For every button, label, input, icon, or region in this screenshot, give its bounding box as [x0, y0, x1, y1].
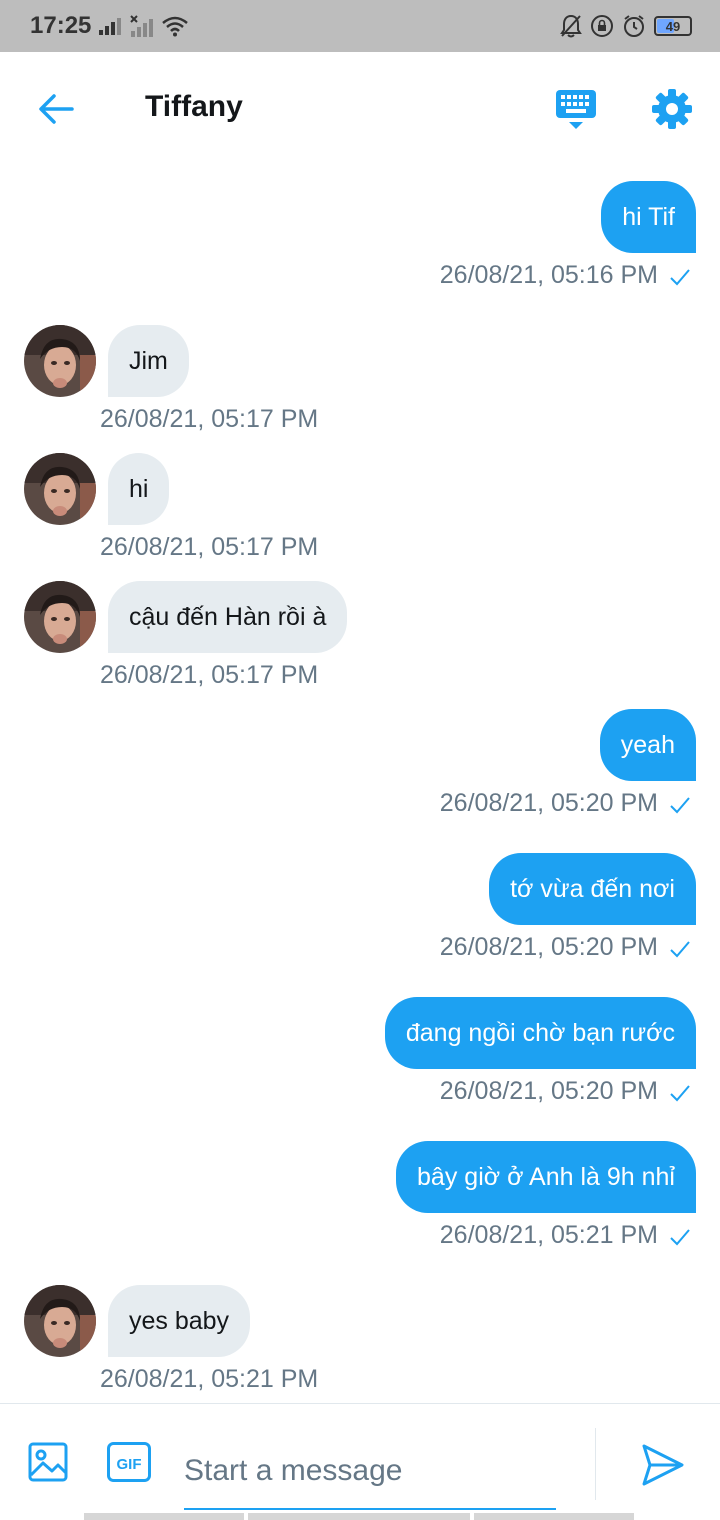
gif-button[interactable]: GIF: [107, 1442, 151, 1482]
message-timestamp: 26/08/21, 05:20 PM: [439, 789, 658, 817]
sent-check-icon: [670, 269, 690, 286]
nav-pill: [248, 1513, 470, 1520]
image-icon[interactable]: [28, 1442, 68, 1482]
message-timestamp: 26/08/21, 05:20 PM: [439, 1077, 658, 1105]
outgoing-message-bubble[interactable]: hi Tif: [601, 181, 696, 253]
sent-check-icon: [670, 797, 690, 814]
alarm-icon: [624, 15, 644, 37]
status-right: 49: [560, 14, 692, 38]
sent-check-icon: [670, 1085, 690, 1102]
message-timestamp: 26/08/21, 05:21 PM: [100, 1365, 319, 1393]
sent-check-icon: [670, 941, 690, 958]
avatar-photo: [24, 453, 96, 525]
rotation-lock-icon: [591, 15, 613, 37]
incoming-message-bubble[interactable]: hi: [108, 453, 170, 525]
gif-icon: GIF: [107, 1442, 151, 1482]
message-timestamp: 26/08/21, 05:16 PM: [439, 261, 658, 289]
avatar-photo: [24, 581, 96, 653]
status-time: 17:25: [30, 12, 92, 39]
outgoing-message-bubble[interactable]: bây giờ ở Anh là 9h nhỉ: [396, 1141, 696, 1213]
incoming-message-bubble[interactable]: Jim: [108, 325, 189, 397]
message-timestamp: 26/08/21, 05:17 PM: [100, 533, 319, 561]
avatar[interactable]: [24, 325, 96, 397]
conversation-title: Tiffany: [145, 90, 243, 123]
message-input[interactable]: [184, 1434, 556, 1510]
message-timestamp: 26/08/21, 05:17 PM: [100, 661, 319, 689]
sent-check-icon: [670, 1229, 690, 1246]
message-timestamp: 26/08/21, 05:21 PM: [439, 1221, 658, 1249]
outgoing-message-bubble[interactable]: tớ vừa đến nơi: [489, 853, 696, 925]
no-signal-icon: [130, 15, 154, 37]
nav-pill: [474, 1513, 634, 1520]
battery-indicator: 49: [654, 16, 692, 36]
signal-icon: [99, 18, 122, 35]
outgoing-message-bubble[interactable]: đang ngồi chờ bạn rước: [384, 997, 696, 1069]
message-composer: GIF: [0, 1403, 720, 1520]
status-left: 17:25: [30, 12, 189, 40]
conversation-header: Tiffany: [0, 52, 720, 167]
avatar-photo: [24, 325, 96, 397]
outgoing-message-bubble[interactable]: yeah: [599, 709, 696, 781]
composer-divider: [595, 1428, 596, 1500]
wifi-icon: [162, 16, 189, 37]
avatar[interactable]: [24, 453, 96, 525]
avatar-photo: [24, 1285, 96, 1357]
incoming-message-bubble[interactable]: yes baby: [108, 1285, 251, 1357]
incoming-message-bubble[interactable]: cậu đến Hàn rồi à: [108, 581, 348, 653]
status-bar: 17:25 49: [0, 0, 720, 52]
gif-label: GIF: [117, 1456, 142, 1473]
avatar[interactable]: [24, 581, 96, 653]
nav-pill: [84, 1513, 244, 1520]
send-icon[interactable]: [640, 1442, 686, 1488]
message-list: hi Tif 26/08/21, 05:16 PM Jim 26/08/21, …: [0, 167, 720, 1403]
mute-icon: [560, 14, 582, 38]
settings-gear-icon[interactable]: [651, 88, 693, 130]
keyboard-icon[interactable]: [555, 88, 597, 132]
avatar[interactable]: [24, 1285, 96, 1357]
message-timestamp: 26/08/21, 05:20 PM: [439, 933, 658, 961]
battery-level: 49: [665, 18, 681, 34]
back-arrow-icon[interactable]: [36, 89, 76, 129]
message-timestamp: 26/08/21, 05:17 PM: [100, 405, 319, 433]
